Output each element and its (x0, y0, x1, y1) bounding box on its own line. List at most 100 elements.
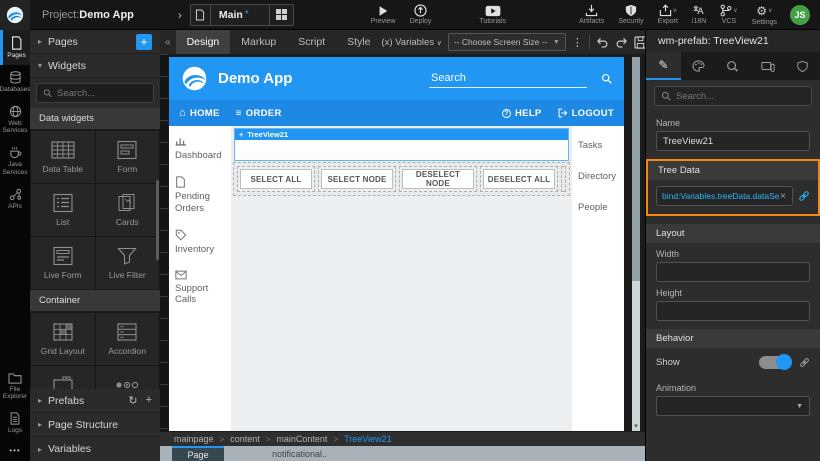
export-button[interactable]: ∨ Export (651, 0, 685, 30)
scroll-down-arrow-icon[interactable]: ▾ (632, 422, 640, 431)
add-page-button[interactable]: + (136, 34, 152, 50)
deselect-node-button[interactable]: DESELECT NODE (402, 169, 474, 189)
page-tab[interactable]: Page (172, 446, 224, 461)
studio-logo[interactable] (0, 0, 30, 30)
page-structure-accordion-header[interactable]: ▸ Page Structure (30, 413, 160, 437)
variables-accordion-header[interactable]: ▸ Variables (30, 437, 160, 461)
widget-card-grid-layout[interactable]: Grid Layout (31, 313, 95, 365)
widget-search-box[interactable] (36, 83, 154, 103)
widget-card-tabs[interactable]: Tabs (31, 366, 95, 389)
tree-data-bind-input[interactable] (662, 191, 779, 201)
nav-help-link[interactable]: ?HELP (502, 108, 542, 119)
widget-card-data-table[interactable]: Data Table (31, 131, 95, 183)
tab-style[interactable]: Style (336, 30, 381, 54)
preview-button[interactable]: Preview (364, 0, 403, 30)
canvas-search-widget[interactable]: Search (429, 70, 587, 88)
widget-card-list[interactable]: List (31, 184, 95, 236)
breadcrumb-mainpage[interactable]: mainpage (174, 434, 214, 444)
redo-button[interactable] (615, 37, 628, 48)
behavior-section-header[interactable]: Behavior (646, 329, 820, 348)
widget-search-input[interactable] (57, 88, 147, 99)
rail-item-java-services[interactable]: Java Services (0, 140, 30, 182)
vcs-button[interactable]: ∨ VCS (713, 0, 744, 30)
widget-card-accordion[interactable]: Accordion (96, 313, 160, 365)
rail-item-pages[interactable]: Pages (0, 30, 30, 65)
tab-design[interactable]: Design (176, 30, 231, 54)
deploy-button[interactable]: Deploy (403, 0, 439, 30)
button-cell[interactable]: SELECT NODE (318, 166, 396, 192)
properties-search-input[interactable] (676, 91, 796, 102)
add-prefab-button[interactable]: + (146, 394, 152, 407)
tab-styles[interactable] (681, 52, 716, 80)
height-input[interactable] (656, 301, 810, 321)
collapse-left-panel-button[interactable]: « (160, 37, 176, 48)
rail-item-apis[interactable]: APIs (0, 182, 30, 216)
tab-events[interactable] (716, 52, 751, 80)
nav-order-link[interactable]: ≡ORDER (236, 108, 282, 119)
deselect-all-button[interactable]: DESELECT ALL (483, 169, 555, 189)
breadcrumb-maincontent[interactable]: mainContent (276, 434, 327, 444)
canvas-app-header[interactable]: Demo App Search (169, 57, 624, 100)
properties-search-box[interactable] (654, 86, 812, 106)
breadcrumb-treeview21[interactable]: TreeView21 (344, 434, 392, 444)
variables-dropdown[interactable]: (x) Variables ∨ (381, 37, 441, 48)
tab-security[interactable] (785, 52, 820, 80)
widget-card-live-form[interactable]: Live Form (31, 237, 95, 289)
rail-overflow-button[interactable]: ••• (0, 440, 30, 461)
layout-section-header[interactable]: Layout (646, 224, 820, 243)
show-toggle[interactable] (759, 356, 791, 369)
canvas-scrollbar-thumb[interactable] (632, 57, 640, 281)
menu-item-inventory[interactable]: Inventory (175, 229, 225, 256)
prefabs-accordion-header[interactable]: ▸ Prefabs ↻ + (30, 389, 160, 413)
tab-properties[interactable]: ✎ (646, 52, 681, 80)
rail-item-logs[interactable]: Logs (0, 406, 30, 440)
tree-data-section-header[interactable]: Tree Data (648, 161, 818, 180)
tab-devices[interactable] (750, 52, 785, 80)
bind-link-icon[interactable] (798, 190, 810, 202)
i18n-button[interactable]: A i18N (685, 0, 713, 30)
treeview-selection-label[interactable]: + TreeView21 (235, 129, 568, 140)
right-menu-tasks[interactable]: Tasks (578, 140, 618, 151)
kebab-menu-button[interactable]: ⋮ (572, 36, 583, 49)
animation-select[interactable]: ▼ (656, 396, 810, 416)
page-selector[interactable]: Main * (190, 4, 294, 26)
widget-card-form[interactable]: Form (96, 131, 160, 183)
breadcrumb-content[interactable]: content (230, 434, 260, 444)
tab-markup[interactable]: Markup (230, 30, 287, 54)
widget-card-live-filter[interactable]: Live Filter (96, 237, 160, 289)
treeview-empty-area[interactable] (235, 140, 568, 160)
undo-button[interactable] (596, 37, 609, 48)
widgets-accordion-header[interactable]: ▾ Widgets (30, 54, 160, 78)
canvas-scrollbar[interactable]: ▾ (632, 57, 640, 431)
settings-button[interactable]: ⚙ ∨ Settings (745, 0, 784, 30)
show-bind-link-icon[interactable] (799, 357, 810, 368)
name-input[interactable] (656, 131, 810, 151)
canvas-app-title[interactable]: Demo App (218, 70, 292, 87)
canvas-search-icon[interactable] (601, 73, 612, 84)
artifacts-button[interactable]: Artifacts (572, 0, 611, 30)
tab-script[interactable]: Script (287, 30, 336, 54)
clear-binding-icon[interactable]: × (779, 191, 787, 202)
button-cell[interactable]: DESELECT ALL (480, 166, 558, 192)
nav-logout-link[interactable]: LOGOUT (558, 108, 614, 119)
screen-size-select[interactable]: -- Choose Screen Size -- ▼ (448, 33, 566, 51)
pages-accordion-header[interactable]: ▸ Pages + (30, 30, 160, 54)
project-chevron-icon[interactable]: › (178, 8, 182, 22)
rail-item-web-services[interactable]: Web Services (0, 99, 30, 141)
menu-item-support-calls[interactable]: Support Calls (175, 270, 225, 307)
rail-item-databases[interactable]: Databases (0, 65, 30, 99)
menu-item-dashboard[interactable]: Dashboard (175, 136, 225, 162)
button-cell[interactable]: SELECT ALL (237, 166, 315, 192)
security-button[interactable]: Security (611, 0, 650, 30)
treeview-widget-selected[interactable]: + TreeView21 (234, 128, 569, 161)
button-cell[interactable]: DESELECT NODE (399, 166, 477, 192)
rail-item-file-explorer[interactable]: File Explorer (0, 366, 30, 407)
left-panel-scrollbar[interactable] (156, 180, 159, 260)
tutorials-button[interactable]: Tutorials (472, 0, 513, 30)
widget-card-wizard[interactable]: Wizard (96, 366, 160, 389)
user-avatar[interactable]: JS (790, 5, 810, 25)
select-node-button[interactable]: SELECT NODE (321, 169, 393, 189)
right-menu-people[interactable]: People (578, 202, 618, 213)
select-all-button[interactable]: SELECT ALL (240, 169, 312, 189)
page-grid-icon[interactable] (269, 5, 293, 25)
